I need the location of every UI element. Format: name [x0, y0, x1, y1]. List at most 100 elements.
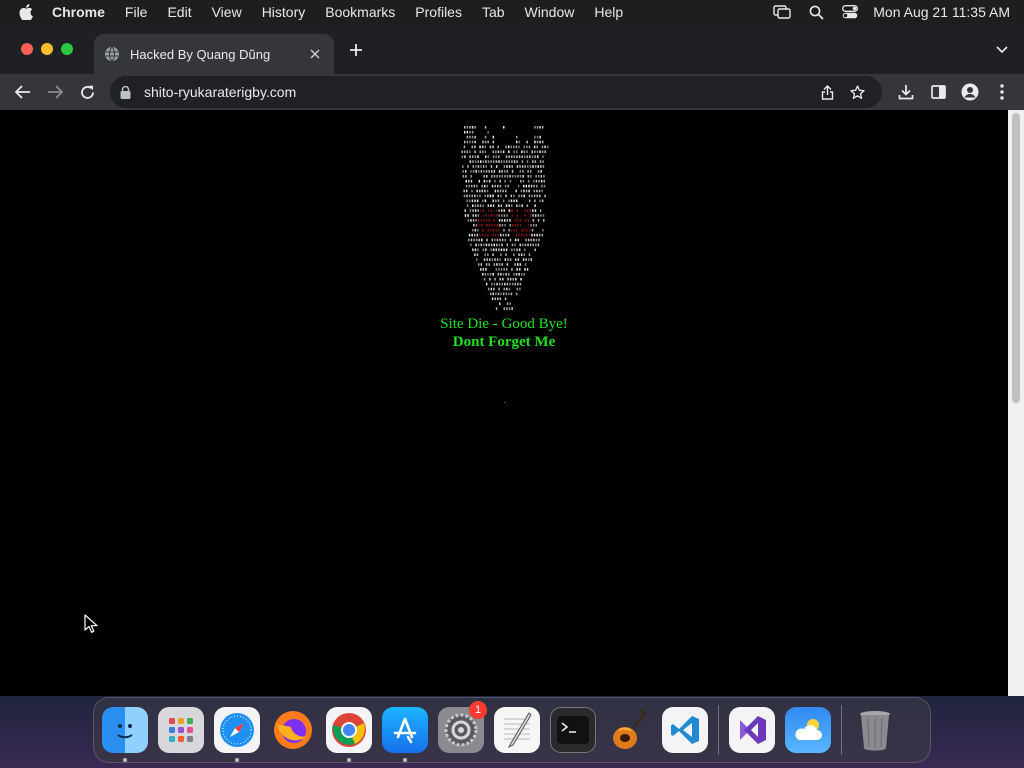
- url-text[interactable]: shito-ryukaraterigby.com: [144, 84, 812, 100]
- ascii-art-glyph: [513, 199, 515, 203]
- ascii-art-glyph: [517, 258, 520, 261]
- profile-avatar-icon[interactable]: [954, 77, 986, 107]
- bookmark-star-icon[interactable]: [842, 84, 872, 100]
- launchpad-icon[interactable]: [158, 707, 204, 753]
- weather-icon[interactable]: [785, 707, 831, 753]
- ascii-art-glyph: [543, 184, 546, 188]
- ascii-art-glyph: [484, 135, 487, 139]
- page-scrollbar[interactable]: [1008, 110, 1024, 696]
- chrome-icon[interactable]: [326, 707, 372, 762]
- app-store-running-indicator: [403, 758, 407, 762]
- vscode-icon[interactable]: [662, 707, 708, 753]
- menu-help[interactable]: Help: [584, 0, 633, 24]
- menu-view[interactable]: View: [202, 0, 252, 24]
- textedit-icon[interactable]: [494, 707, 540, 753]
- visual-studio-icon[interactable]: [729, 707, 775, 753]
- ascii-art-glyph: [491, 238, 493, 242]
- kebab-menu-icon[interactable]: [986, 77, 1018, 107]
- trash-icon[interactable]: [852, 707, 898, 753]
- safari-icon[interactable]: [214, 707, 260, 762]
- reload-icon[interactable]: [72, 77, 102, 107]
- menu-profiles[interactable]: Profiles: [405, 0, 472, 24]
- ascii-art-glyph: [527, 224, 530, 227]
- ascii-art-glyph: [484, 233, 486, 237]
- ascii-art-glyph: [479, 194, 481, 198]
- ascii-art-glyph: [485, 263, 488, 266]
- tab-active[interactable]: Hacked By Quang Dũng: [94, 34, 334, 74]
- ascii-art-glyph: [487, 160, 490, 163]
- ascii-art-glyph: [499, 302, 501, 305]
- ascii-art-glyph: [504, 179, 506, 183]
- garageband-icon[interactable]: [606, 707, 652, 753]
- ascii-art-glyph: [481, 145, 484, 149]
- ascii-art-glyph: [507, 145, 510, 149]
- ascii-art-glyph: [465, 175, 467, 178]
- ascii-art-glyph: [482, 248, 484, 252]
- scrollbar-thumb[interactable]: [1012, 113, 1020, 403]
- menu-window[interactable]: Window: [515, 0, 585, 24]
- ascii-art-glyph: [476, 194, 479, 198]
- ascii-art-glyph: [472, 204, 474, 207]
- control-center-icon[interactable]: [833, 5, 867, 19]
- download-icon[interactable]: [890, 77, 922, 107]
- ascii-art-glyph: [495, 228, 497, 232]
- ascii-art-glyph: [492, 194, 494, 198]
- ascii-art-glyph: [529, 155, 531, 158]
- browser-window: Hacked By Quang Dũng shito-ryukaraterigb…: [0, 24, 1024, 696]
- app-store-icon[interactable]: [382, 707, 428, 762]
- ascii-art-glyph: [506, 214, 508, 217]
- ascii-art-glyph: [526, 209, 529, 212]
- forward-arrow-icon[interactable]: [40, 77, 70, 107]
- ascii-art-glyph: [498, 155, 500, 158]
- ascii-art-glyph: [472, 165, 474, 168]
- ascii-art-glyph: [520, 194, 523, 198]
- lock-icon[interactable]: [120, 85, 134, 99]
- ascii-art-glyph: [492, 155, 495, 158]
- ascii-art-glyph: [517, 175, 519, 178]
- menu-file[interactable]: File: [115, 0, 158, 24]
- ascii-art-glyph: [467, 214, 469, 217]
- ascii-art-glyph: [518, 253, 520, 256]
- menu-history[interactable]: History: [252, 0, 316, 24]
- ascii-art-glyph: [495, 155, 497, 158]
- menubar-clock[interactable]: Mon Aug 21 11:35 AM: [867, 4, 1010, 20]
- close-tab-icon[interactable]: [306, 45, 324, 63]
- ascii-art-glyph: [472, 170, 475, 173]
- address-bar[interactable]: shito-ryukaraterigby.com: [110, 76, 882, 108]
- ascii-art-glyph: [490, 287, 492, 291]
- zoom-window-button[interactable]: [61, 43, 73, 55]
- ascii-art-glyph: [514, 219, 516, 222]
- system-settings-icon[interactable]: 1: [438, 701, 487, 753]
- side-panel-icon[interactable]: [922, 77, 954, 107]
- back-arrow-icon[interactable]: [8, 77, 38, 107]
- ascii-art-glyph: [496, 263, 498, 266]
- menu-tab[interactable]: Tab: [472, 0, 515, 24]
- ascii-art-glyph: [482, 209, 485, 212]
- ascii-art-glyph: [504, 224, 506, 227]
- menu-app-name[interactable]: Chrome: [52, 0, 115, 24]
- ascii-art-glyph: [488, 214, 490, 217]
- ascii-art-glyph: [537, 219, 540, 222]
- minimize-window-button[interactable]: [41, 43, 53, 55]
- spotlight-search-icon[interactable]: [799, 5, 833, 20]
- firefox-icon[interactable]: [270, 707, 316, 753]
- screen-mirroring-icon[interactable]: [765, 5, 799, 19]
- ascii-art-glyph: [473, 224, 475, 227]
- tab-search-chevron-down-icon[interactable]: [992, 40, 1012, 60]
- ascii-art-glyph: [534, 155, 536, 158]
- finder-icon[interactable]: [102, 707, 148, 762]
- apple-menu-icon[interactable]: [0, 4, 52, 20]
- ascii-art-glyph: [491, 224, 493, 227]
- ascii-art-glyph: [483, 243, 485, 247]
- ascii-art-glyph: [516, 228, 518, 232]
- ascii-art-glyph: [469, 126, 471, 129]
- ascii-art-glyph: [466, 204, 469, 207]
- terminal-icon[interactable]: [550, 707, 596, 753]
- new-tab-icon[interactable]: [344, 38, 368, 62]
- ascii-art-glyph: [485, 155, 487, 158]
- close-window-button[interactable]: [21, 43, 33, 55]
- page-viewport[interactable]: Site Die - Good Bye! Dont Forget Me: [0, 110, 1008, 696]
- share-icon[interactable]: [812, 84, 842, 100]
- menu-bookmarks[interactable]: Bookmarks: [315, 0, 405, 24]
- menu-edit[interactable]: Edit: [157, 0, 201, 24]
